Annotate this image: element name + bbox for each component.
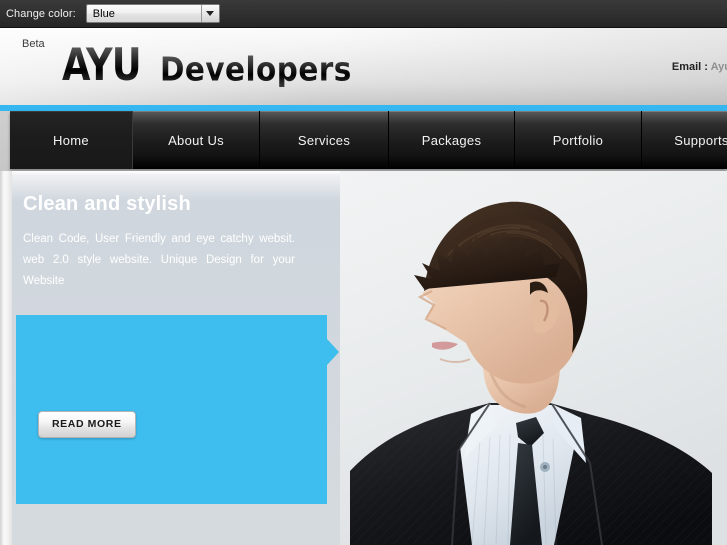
hero-left-gutter: [0, 171, 12, 545]
nav-item-label: About Us: [168, 132, 224, 148]
nav-item-packages[interactable]: Packages: [389, 111, 515, 169]
nav-item-label: Portfolio: [552, 132, 604, 148]
site-logo[interactable]: AYU Developers: [62, 43, 361, 90]
nav-item-label: Packages: [421, 132, 482, 148]
hero-slide-title: Clean and stylish: [23, 193, 191, 215]
header-email-value: Ayu: [710, 61, 727, 73]
color-scheme-select[interactable]: Blue: [85, 4, 220, 23]
chevron-down-icon[interactable]: [200, 5, 219, 22]
hero-photo: [340, 171, 727, 545]
change-color-toolbar: Change color: Blue: [0, 0, 727, 28]
site-header: Beta AYU Developers Email : Ayu: [0, 28, 727, 105]
nav-item-label: Supports: [674, 132, 727, 148]
main-navigation: Home About Us Services Packages Portfolio Sup…: [10, 111, 727, 169]
change-color-label: Change color:: [6, 7, 76, 20]
beta-badge: Beta: [22, 38, 45, 50]
nav-item-services[interactable]: Services: [260, 111, 389, 169]
read-more-button[interactable]: READ MORE: [38, 411, 136, 438]
nav-item-label: Home: [53, 132, 89, 148]
hero-slide-pointer: [327, 339, 339, 365]
hero-slider: Clean and stylish Clean Code, User Frien…: [0, 171, 727, 545]
nav-item-portfolio[interactable]: Portfolio: [515, 111, 642, 169]
website-page: Beta AYU Developers Email : Ayu Home Abou…: [0, 28, 727, 545]
header-email: Email : Ayu: [672, 61, 727, 73]
color-scheme-selected-value: Blue: [92, 7, 115, 20]
main-navigation-bar: Home About Us Services Packages Portfolio Sup…: [0, 111, 727, 171]
logo-word-text: Developers: [159, 51, 352, 90]
header-email-label: Email :: [671, 61, 708, 73]
nav-item-home[interactable]: Home: [10, 111, 133, 169]
nav-item-supports[interactable]: Supports: [642, 111, 727, 169]
nav-item-label: Services: [297, 132, 351, 148]
logo-mark-text: AYU: [62, 39, 142, 92]
hero-slide-panel: [16, 315, 327, 504]
hero-slide-description: Clean Code, User Friendly and eye catchy…: [23, 233, 295, 287]
nav-item-about-us[interactable]: About Us: [133, 111, 260, 169]
